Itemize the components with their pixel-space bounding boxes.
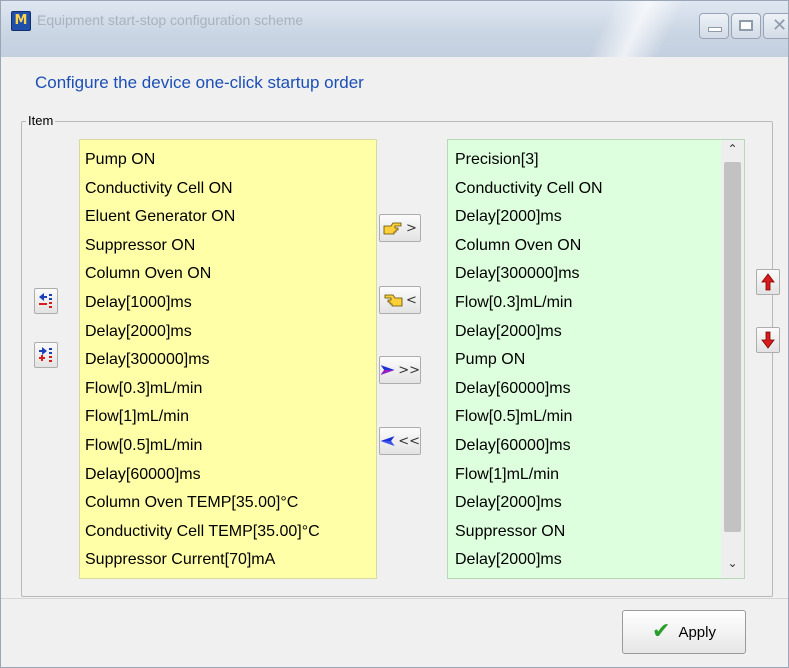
dialog-window: M Equipment start-stop configuration sch… (0, 0, 789, 668)
startup-order-list-item[interactable]: Delay[2000]ms (455, 546, 744, 575)
startup-order-list-item[interactable]: Suppressor ON (455, 518, 744, 547)
available-list-item[interactable]: Flow[0.5]mL/min (85, 432, 376, 461)
swap-right-icon (39, 347, 52, 362)
startup-order-list-item[interactable]: Column Oven ON (455, 232, 744, 261)
scroll-up-button[interactable]: ⌃ (721, 142, 744, 160)
remove-all-label: << (398, 433, 420, 449)
minimize-button[interactable] (699, 13, 729, 39)
instruction-label: Configure the device one-click startup o… (35, 73, 364, 92)
title-bar[interactable]: M Equipment start-stop configuration sch… (1, 1, 788, 57)
move-up-button[interactable] (756, 269, 780, 295)
double-arrow-left-icon (380, 436, 395, 446)
startup-order-list-item[interactable]: Delay[2000]ms (455, 203, 744, 232)
window-title: Equipment start-stop configuration schem… (37, 12, 304, 28)
item-groupbox-legend: Item (26, 113, 56, 128)
footer-divider (1, 598, 788, 599)
chevron-down-icon: ⌄ (727, 556, 738, 570)
apply-label: Apply (678, 623, 716, 641)
add-selected-label: > (406, 220, 417, 236)
available-list-item[interactable]: Flow[0.3]mL/min (85, 375, 376, 404)
startup-order-list-item[interactable]: Delay[60000]ms (455, 432, 744, 461)
move-up-icon (761, 273, 775, 291)
startup-order-list[interactable]: Precision[3] Conductivity Cell ON Delay[20… (447, 139, 745, 579)
hand-pointing-right-icon (383, 222, 402, 235)
move-down-button[interactable] (756, 327, 780, 353)
startup-order-list-item[interactable]: Flow[0.5]mL/min (455, 403, 744, 432)
scroll-thumb[interactable] (724, 162, 741, 532)
available-list-item[interactable]: Eluent Generator ON (85, 203, 376, 232)
startup-order-list-item[interactable]: Pump ON (455, 346, 744, 375)
maximize-button[interactable] (731, 13, 761, 39)
remove-all-button[interactable]: << (379, 427, 421, 455)
checkmark-icon: ✔ (652, 619, 671, 644)
close-button[interactable]: ✕ (763, 13, 788, 39)
available-items-list[interactable]: Pump ON Conductivity Cell ON Eluent Genera… (79, 139, 377, 579)
startup-order-list-item[interactable]: Precision[3] (455, 146, 744, 175)
remove-selected-button[interactable]: < (379, 286, 421, 314)
swap-left-button[interactable] (34, 288, 58, 314)
available-list-item[interactable]: Suppressor Current[70]mA (85, 546, 376, 575)
available-list-item[interactable]: Column Oven TEMP[35.00]°C (85, 489, 376, 518)
available-list-item[interactable]: Flow[1]mL/min (85, 403, 376, 432)
app-logo-icon: M (11, 11, 31, 31)
startup-order-list-item[interactable]: Eluent Generator ON (455, 575, 744, 578)
close-icon: ✕ (772, 15, 788, 36)
available-list-item[interactable]: Conductivity Cell TEMP[35.00]°C (85, 518, 376, 547)
startup-order-scrollbar[interactable]: ⌃ ⌄ (721, 140, 744, 578)
startup-order-list-item[interactable]: Delay[2000]ms (455, 318, 744, 347)
chevron-up-icon: ⌃ (727, 142, 738, 156)
available-list-item[interactable]: Conductivity Cell ON (85, 175, 376, 204)
available-list-item[interactable]: Delay[60000]ms (85, 461, 376, 490)
available-list-item[interactable]: Column Oven ON (85, 260, 376, 289)
add-selected-button[interactable]: > (379, 214, 421, 242)
hand-pointing-left-icon (384, 294, 403, 307)
available-list-item[interactable]: Pump ON (85, 146, 376, 175)
available-list-item[interactable]: Delay[2000]ms (85, 318, 376, 347)
double-arrow-right-icon (380, 365, 395, 375)
scroll-down-button[interactable]: ⌄ (721, 556, 744, 574)
swap-right-button[interactable] (34, 342, 58, 368)
startup-order-list-item[interactable]: Delay[300000]ms (455, 260, 744, 289)
remove-selected-label: < (406, 292, 417, 308)
startup-order-list-item[interactable]: Delay[60000]ms (455, 375, 744, 404)
available-list-item[interactable]: Delay[1000]ms (85, 289, 376, 318)
add-all-label: >> (398, 362, 420, 378)
startup-order-list-item[interactable]: Flow[1]mL/min (455, 461, 744, 490)
add-all-button[interactable]: >> (379, 356, 421, 384)
apply-button[interactable]: ✔ Apply (622, 610, 746, 654)
startup-order-list-item[interactable]: Flow[0.3]mL/min (455, 289, 744, 318)
title-gloss (561, 1, 711, 57)
startup-order-list-item[interactable]: Delay[2000]ms (455, 489, 744, 518)
startup-order-list-item[interactable]: Conductivity Cell ON (455, 175, 744, 204)
available-list-item[interactable]: Suppressor ON (85, 232, 376, 261)
move-down-icon (761, 331, 775, 349)
available-list-item[interactable]: Delay[300000]ms (85, 346, 376, 375)
swap-left-icon (39, 293, 52, 308)
